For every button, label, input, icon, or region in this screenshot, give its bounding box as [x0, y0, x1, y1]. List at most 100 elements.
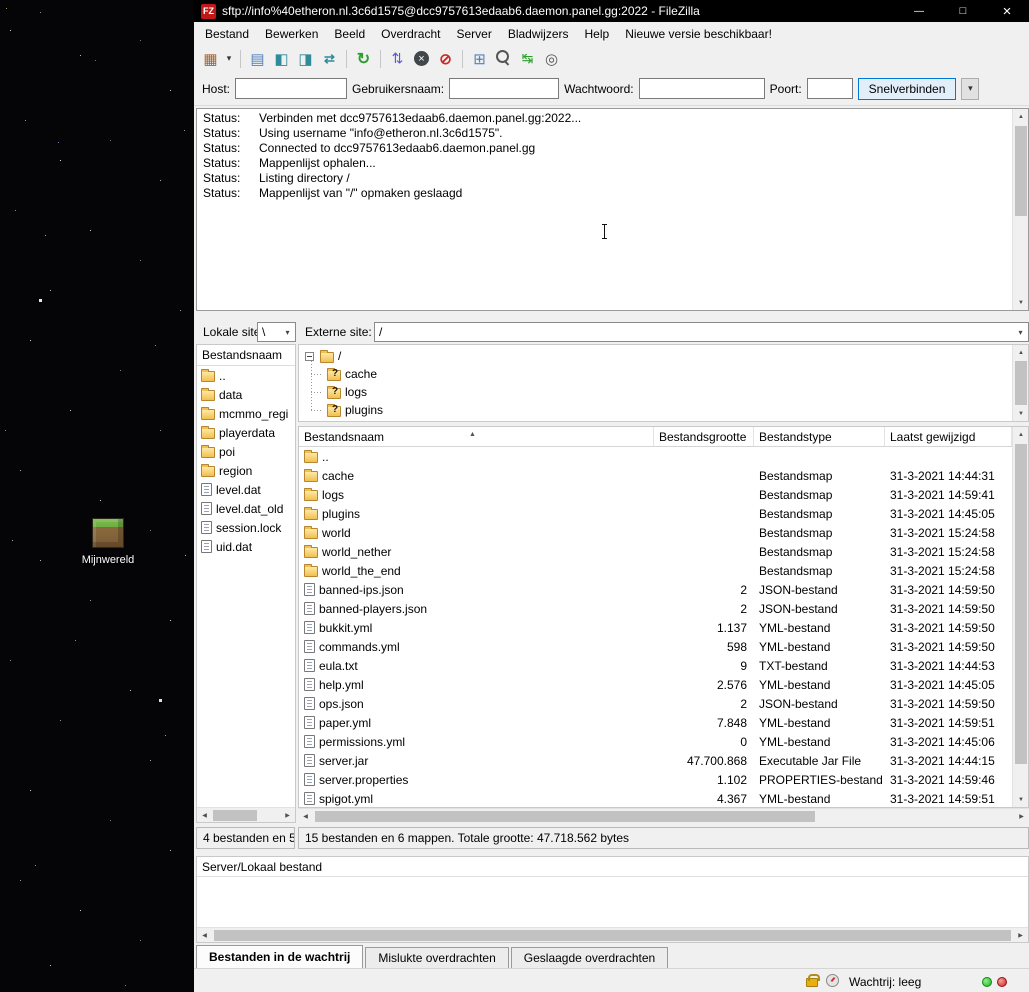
chevron-down-icon[interactable]	[1013, 323, 1028, 341]
message-log[interactable]: Status:Verbinden met dcc9757613edaab6.da…	[196, 108, 1029, 311]
desktop-icon-mijnwereld[interactable]: Mijnwereld	[70, 518, 146, 566]
process-queue-icon[interactable]	[386, 47, 409, 70]
port-input[interactable]	[807, 78, 853, 99]
queue-column-header[interactable]: Server/Lokaal bestand	[197, 857, 1028, 877]
local-file-row[interactable]: region	[197, 461, 295, 480]
remote-tree-item[interactable]: cache	[299, 365, 1012, 383]
remote-file-row[interactable]: pluginsBestandsmap31-3-2021 14:45:05	[299, 504, 1012, 523]
column-header-size[interactable]: Bestandsgrootte	[654, 427, 754, 446]
column-header-type[interactable]: Bestandstype	[754, 427, 885, 446]
tab-geslaagde-overdrachten[interactable]: Geslaagde overdrachten	[511, 947, 668, 968]
menu-item-nieuwe-versie-beschikbaar[interactable]: Nieuwe versie beschikbaar!	[617, 24, 780, 44]
scroll-up-arrow[interactable]	[1013, 427, 1029, 442]
synchronized-browsing-icon[interactable]	[516, 47, 539, 70]
scroll-down-arrow[interactable]	[1013, 295, 1029, 310]
remote-tree-root[interactable]: /	[299, 347, 1012, 365]
quickconnect-dropdown[interactable]	[961, 78, 979, 100]
menu-item-bewerken[interactable]: Bewerken	[257, 24, 326, 44]
local-file-row[interactable]: session.lock	[197, 518, 295, 537]
local-file-row[interactable]: ..	[197, 366, 295, 385]
remote-treeview-toggle-icon[interactable]	[294, 47, 317, 70]
username-input[interactable]	[449, 78, 559, 99]
minimize-button[interactable]	[897, 0, 941, 22]
remote-file-row[interactable]: banned-ips.json2JSON-bestand31-3-2021 14…	[299, 580, 1012, 599]
site-manager-dropdown[interactable]	[223, 47, 235, 70]
remote-file-row[interactable]: banned-players.json2JSON-bestand31-3-202…	[299, 599, 1012, 618]
menu-item-bladwijzers[interactable]: Bladwijzers	[500, 24, 577, 44]
file-search-icon[interactable]	[492, 47, 515, 70]
scroll-down-arrow[interactable]	[1013, 406, 1029, 421]
local-treeview-toggle-icon[interactable]	[270, 47, 293, 70]
remote-file-row[interactable]: cacheBestandsmap31-3-2021 14:44:31	[299, 466, 1012, 485]
remote-tree-scrollbar[interactable]	[1012, 345, 1028, 421]
password-input[interactable]	[639, 78, 765, 99]
titlebar[interactable]: FZ sftp://info%40etheron.nl.3c6d1575@dcc…	[194, 0, 1029, 22]
collapse-icon[interactable]	[305, 352, 314, 361]
menu-item-overdracht[interactable]: Overdracht	[373, 24, 448, 44]
scroll-right-arrow[interactable]	[1014, 809, 1029, 824]
scroll-left-arrow[interactable]	[197, 928, 212, 943]
local-file-row[interactable]: poi	[197, 442, 295, 461]
disconnect-icon[interactable]	[434, 47, 457, 70]
local-file-row[interactable]: data	[197, 385, 295, 404]
scroll-thumb[interactable]	[315, 811, 815, 822]
remote-file-row[interactable]: paper.yml7.848YML-bestand31-3-2021 14:59…	[299, 713, 1012, 732]
queue-hscrollbar[interactable]	[197, 927, 1028, 942]
remote-file-row[interactable]: server.jar47.700.868Executable Jar File3…	[299, 751, 1012, 770]
scroll-right-arrow[interactable]	[280, 808, 295, 823]
remote-file-row[interactable]: ops.json2JSON-bestand31-3-2021 14:59:50	[299, 694, 1012, 713]
scroll-left-arrow[interactable]	[298, 809, 313, 824]
menu-item-bestand[interactable]: Bestand	[197, 24, 257, 44]
remote-file-row[interactable]: commands.yml598YML-bestand31-3-2021 14:5…	[299, 637, 1012, 656]
filter-icon[interactable]	[468, 47, 491, 70]
scroll-thumb[interactable]	[1015, 126, 1027, 216]
remote-file-row[interactable]: logsBestandsmap31-3-2021 14:59:41	[299, 485, 1012, 504]
remote-file-row[interactable]: world_netherBestandsmap31-3-2021 15:24:5…	[299, 542, 1012, 561]
remote-file-row[interactable]: spigot.yml4.367YML-bestand31-3-2021 14:5…	[299, 789, 1012, 807]
local-file-row[interactable]: uid.dat	[197, 537, 295, 556]
queueview-toggle-icon[interactable]	[318, 47, 341, 70]
local-site-combo[interactable]: \	[257, 322, 296, 342]
local-column-header-name[interactable]: Bestandsnaam	[197, 345, 295, 366]
menu-item-beeld[interactable]: Beeld	[326, 24, 373, 44]
remote-file-row[interactable]: eula.txt9TXT-bestand31-3-2021 14:44:53	[299, 656, 1012, 675]
remote-tree-item[interactable]: logs	[299, 383, 1012, 401]
menu-item-help[interactable]: Help	[577, 24, 618, 44]
close-button[interactable]	[985, 0, 1029, 22]
chevron-down-icon[interactable]	[280, 323, 295, 341]
remote-file-row[interactable]: permissions.yml0YML-bestand31-3-2021 14:…	[299, 732, 1012, 751]
local-file-row[interactable]: level.dat	[197, 480, 295, 499]
remote-file-row[interactable]: bukkit.yml1.137YML-bestand31-3-2021 14:5…	[299, 618, 1012, 637]
local-file-row[interactable]: mcmmo_regi	[197, 404, 295, 423]
scroll-thumb[interactable]	[213, 810, 257, 821]
remote-list-hscrollbar[interactable]	[298, 808, 1029, 823]
column-header-modified[interactable]: Laatst gewijzigd	[885, 427, 1012, 446]
quickconnect-button[interactable]: Snelverbinden	[858, 78, 957, 100]
local-list-hscrollbar[interactable]	[197, 807, 295, 822]
local-file-row[interactable]: level.dat_old	[197, 499, 295, 518]
maximize-button[interactable]	[941, 0, 985, 22]
host-input[interactable]	[235, 78, 347, 99]
refresh-icon[interactable]	[352, 47, 375, 70]
remote-tree-item[interactable]: plugins	[299, 401, 1012, 419]
tab-mislukte-overdrachten[interactable]: Mislukte overdrachten	[365, 947, 508, 968]
logview-toggle-icon[interactable]	[246, 47, 269, 70]
local-file-row[interactable]: playerdata	[197, 423, 295, 442]
remote-file-row[interactable]: server.properties1.102PROPERTIES-bestand…	[299, 770, 1012, 789]
scroll-down-arrow[interactable]	[1013, 792, 1029, 807]
menu-item-server[interactable]: Server	[448, 24, 499, 44]
site-manager-icon[interactable]	[199, 47, 222, 70]
scroll-up-arrow[interactable]	[1013, 109, 1029, 124]
scroll-thumb[interactable]	[1015, 444, 1027, 764]
scroll-up-arrow[interactable]	[1013, 345, 1029, 360]
scroll-thumb[interactable]	[1015, 361, 1027, 405]
remote-file-row[interactable]: world_the_endBestandsmap31-3-2021 15:24:…	[299, 561, 1012, 580]
remote-file-row[interactable]: help.yml2.576YML-bestand31-3-2021 14:45:…	[299, 675, 1012, 694]
remote-site-combo[interactable]: /	[374, 322, 1029, 342]
scroll-left-arrow[interactable]	[197, 808, 212, 823]
log-scrollbar[interactable]	[1012, 109, 1028, 310]
cancel-icon[interactable]	[410, 47, 433, 70]
remote-file-row[interactable]: ..	[299, 447, 1012, 466]
scroll-right-arrow[interactable]	[1013, 928, 1028, 943]
directory-comparison-icon[interactable]	[540, 47, 563, 70]
